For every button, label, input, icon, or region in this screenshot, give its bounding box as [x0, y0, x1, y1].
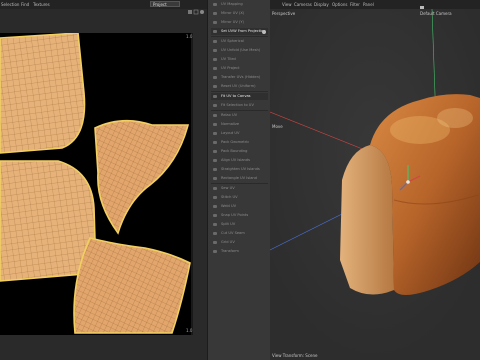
weld-icon [213, 205, 217, 208]
menu-item-reset-uv[interactable]: Reset UV (Uniform) [211, 83, 268, 90]
unfold-icon [213, 49, 217, 52]
gear-icon[interactable] [262, 29, 266, 34]
mirror-icon [213, 21, 217, 24]
menu-item-sew-uv[interactable]: Sew UV [211, 185, 268, 192]
menu-item-snap-uv[interactable]: Snap UV Points [211, 212, 268, 219]
grid-icon [213, 241, 217, 244]
uv-corner-top: 1.0 [186, 34, 193, 39]
menu-item-mirror-x[interactable]: Mirror UV (X) [211, 10, 268, 17]
snap-icon [213, 214, 217, 217]
menu-item-stitch-uv[interactable]: Stitch UV [211, 194, 268, 201]
uv-canvas[interactable] [0, 32, 193, 335]
projection-icon [213, 67, 217, 70]
menu-item-fit-uv-canvas[interactable]: Fit UV to Canvas [211, 93, 268, 100]
uv-island-3 [94, 119, 190, 235]
move-label: Move [272, 124, 283, 129]
uv-icon [213, 3, 217, 6]
normalize-icon [213, 123, 217, 126]
menu-item-layout-uv[interactable]: Layout UV [211, 130, 268, 137]
uv-corner-bottom: 1.0 [186, 328, 193, 333]
uv-editor-panel: Selection Find Textures Project 1.0 1.0 [0, 0, 207, 360]
relax-icon [213, 114, 217, 117]
split-icon [213, 223, 217, 226]
menu-item-weld-uv[interactable]: Weld UV [211, 203, 268, 210]
menu-item-align-islands[interactable]: Align UV Islands [211, 157, 268, 164]
menu-item-normalize[interactable]: Normalize [211, 121, 268, 128]
menu-item-transform[interactable]: Transform [211, 248, 268, 255]
menu-item-set-uvw[interactable]: Set UVW From Projection [211, 28, 268, 35]
projection-icon [213, 30, 217, 33]
sphere-icon [213, 40, 217, 43]
transfer-icon [213, 76, 217, 79]
menu-item-fit-selection[interactable]: Fit Selection to UV [211, 102, 268, 109]
menu-item-split-uv[interactable]: Split UV [211, 221, 268, 228]
lock-icon [188, 10, 192, 14]
menu-item-mirror-y[interactable]: Mirror UV (Y) [211, 19, 268, 26]
cut-icon [213, 232, 217, 235]
gizmo-center-icon [406, 180, 410, 184]
menu-item-uv-tiled[interactable]: UV Tiled [211, 56, 268, 63]
3d-viewport[interactable]: View Cameras Display Options Filter Pane… [270, 0, 480, 360]
reset-icon [213, 85, 217, 88]
tile-icon [213, 58, 217, 61]
menu-item-rectangle-island[interactable]: Rectangle UV Island [211, 175, 268, 182]
layout-icon [213, 132, 217, 135]
menu-item-uv-spherical[interactable]: UV Spherical [211, 38, 268, 45]
menu-item-uv-unfold[interactable]: UV Unfold (Use Mesh) [211, 47, 268, 54]
camera-icon [420, 6, 424, 9]
fit-icon [213, 104, 217, 107]
status-label: View Transform: Scene [272, 353, 318, 358]
menu-item-cut-seam[interactable]: Cut UV Seam [211, 230, 268, 237]
project-select[interactable]: Project [150, 1, 180, 7]
rectangle-icon [213, 177, 217, 180]
sew-icon [213, 187, 217, 190]
uv-command-menu: UV Mapping Mirror UV (X) Mirror UV (Y) S… [207, 0, 270, 360]
pack-icon [213, 150, 217, 153]
pack-icon [213, 141, 217, 144]
transform-icon [213, 250, 217, 253]
mirror-icon [213, 12, 217, 15]
menu-item-uv-mapping[interactable]: UV Mapping [211, 1, 268, 8]
stitch-icon [213, 196, 217, 199]
uv-island-1 [0, 32, 86, 154]
uv-menu-find[interactable]: Find [21, 2, 29, 7]
fit-icon [213, 95, 217, 98]
uv-menu-textures[interactable]: Textures [33, 2, 50, 7]
menu-item-pack-geometric[interactable]: Pack Geometric [211, 139, 268, 146]
uv-toolbar [187, 1, 207, 15]
uv-island-4 [73, 237, 191, 334]
menu-item-transfer-uvs[interactable]: Transfer UVs (Hidden) [211, 74, 268, 81]
project-select-value: Project [153, 2, 167, 7]
grid-icon [193, 9, 199, 15]
align-icon [213, 159, 217, 162]
menu-item-grid-uv[interactable]: Grid UV [211, 239, 268, 246]
bread-end-face [340, 145, 394, 295]
menu-item-straighten-islands[interactable]: Straighten UV Islands [211, 166, 268, 173]
pin-icon [200, 10, 204, 14]
straighten-icon [213, 168, 217, 171]
menu-item-uv-project[interactable]: UV Project [211, 65, 268, 72]
viewport-scene [270, 6, 480, 360]
camera-label[interactable]: Default Camera [420, 11, 452, 16]
menu-item-pack-bounding[interactable]: Pack Bounding [211, 148, 268, 155]
uv-menu-selection[interactable]: Selection [1, 2, 19, 7]
menu-item-relax-uv[interactable]: Relax UV [211, 112, 268, 119]
perspective-label: Perspective [272, 11, 296, 16]
